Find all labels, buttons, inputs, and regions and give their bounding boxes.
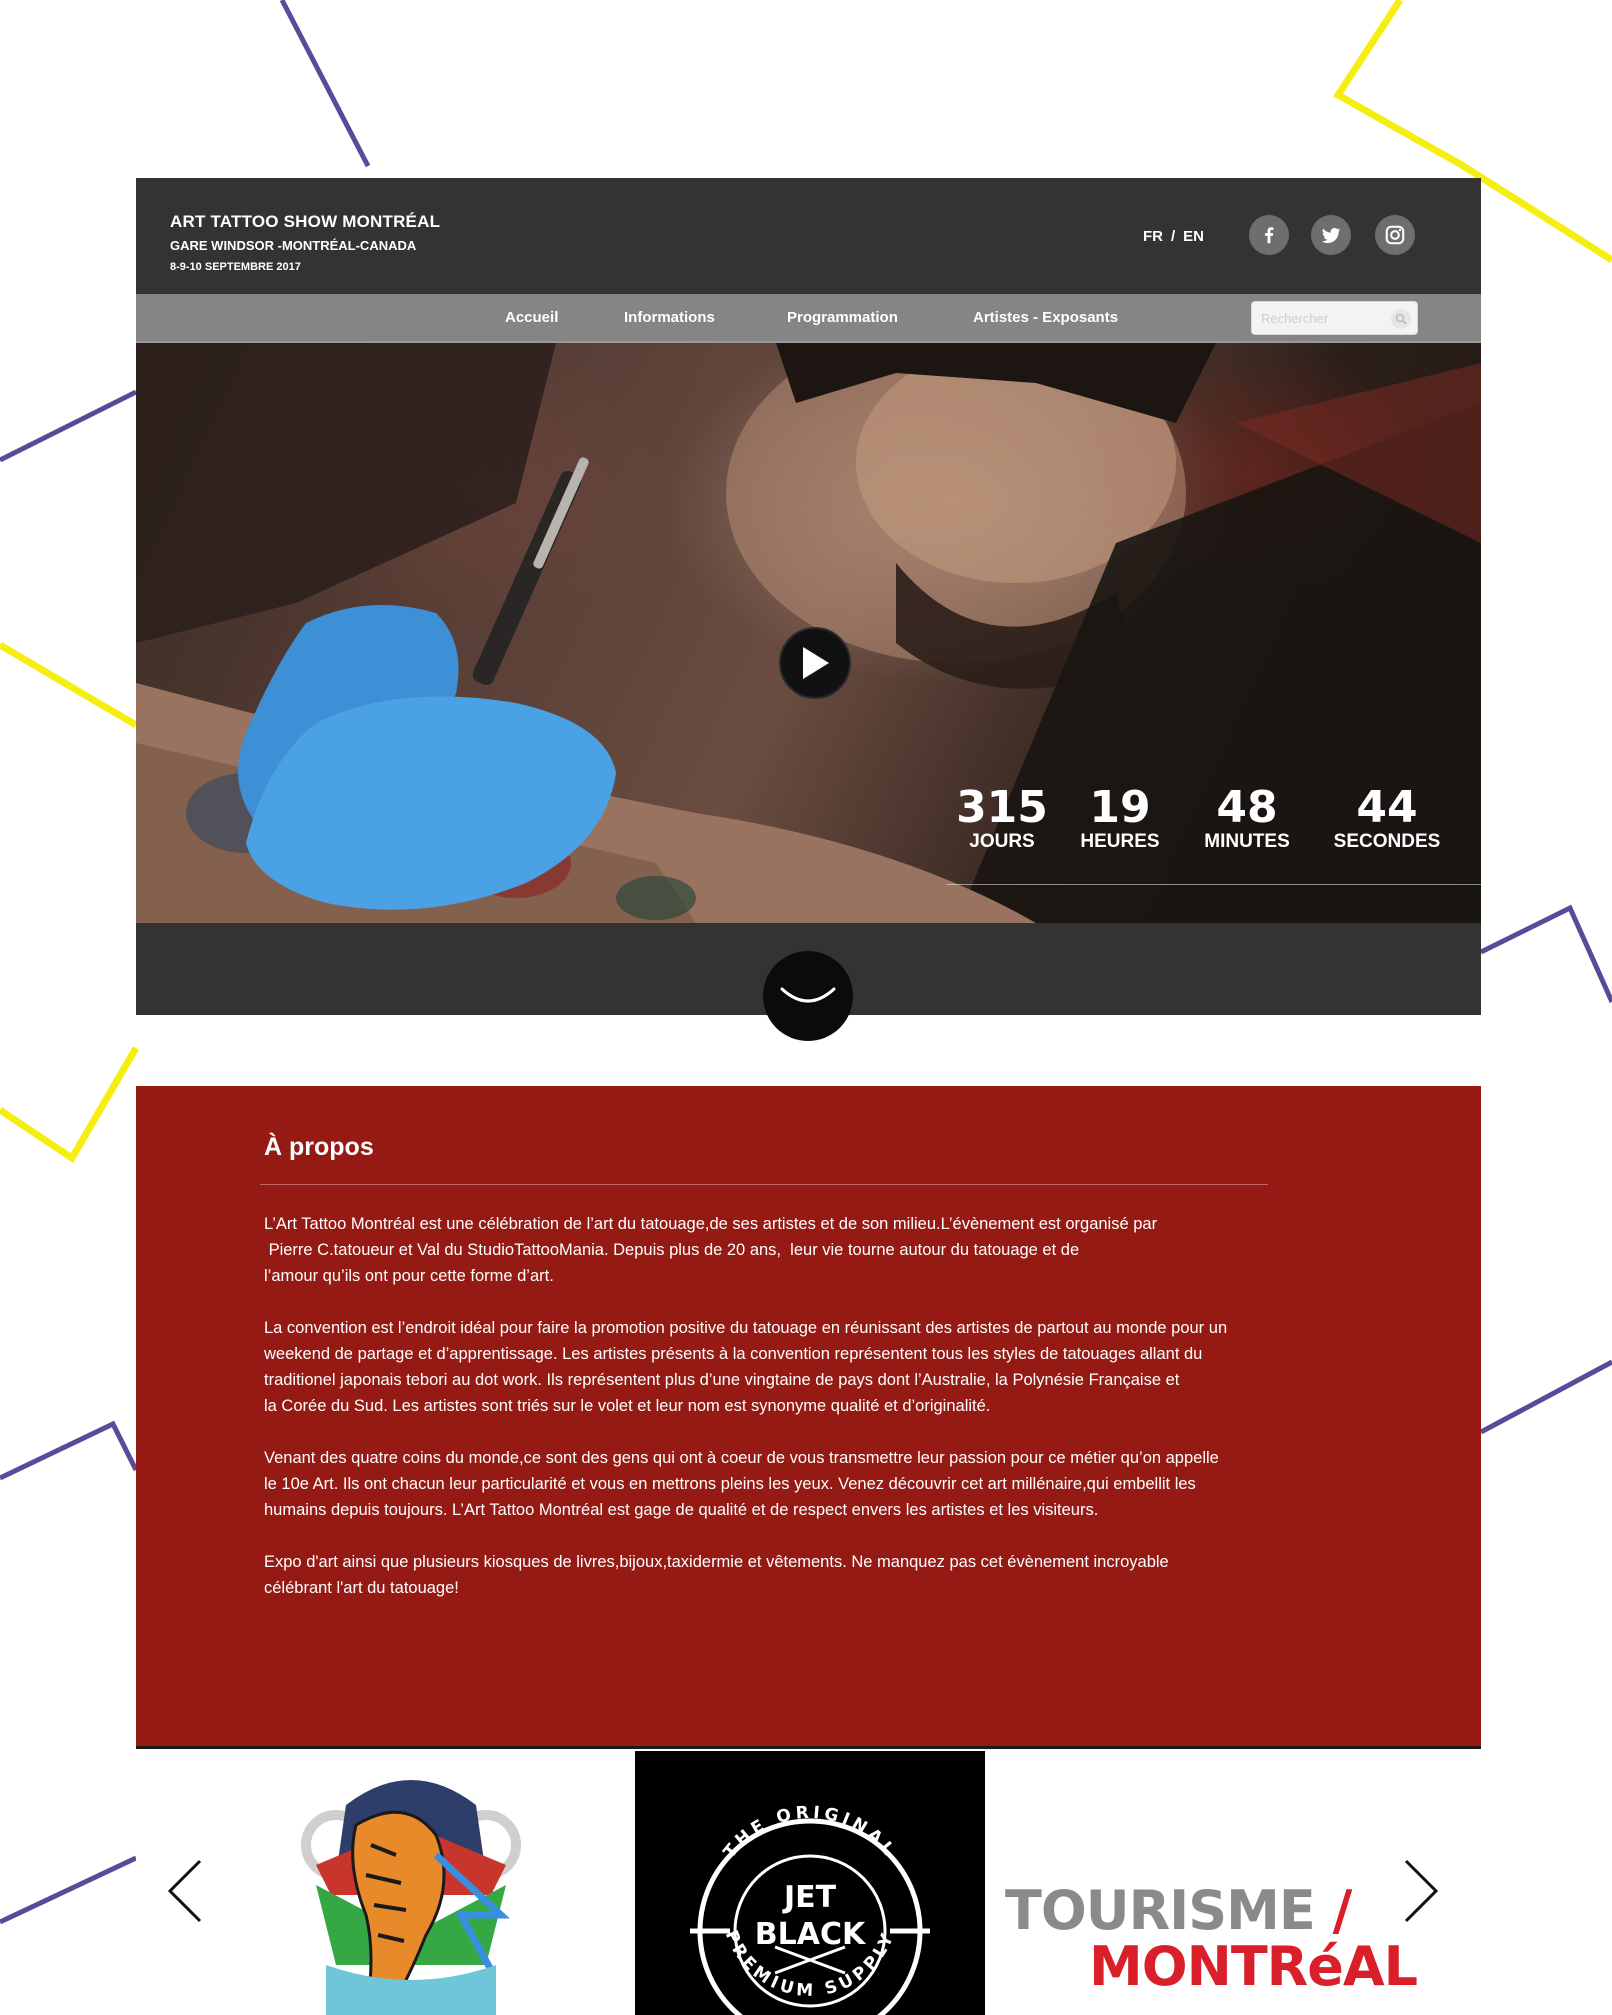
tiger-tattoo-logo[interactable] (286, 1765, 536, 2015)
partners-carousel: THE ORIGINAL PREMIUM SUPPLY JET BLACK TO… (136, 1751, 1481, 2015)
tourisme-montreal-logo[interactable]: TOURISME / MONTRéAL (1005, 1879, 1418, 1998)
lang-en-link[interactable]: EN (1183, 228, 1204, 245)
about-line: Pierre C.tatoueur et Val du StudioTattoo… (264, 1241, 1080, 1259)
site-frame: ART TATTOO SHOW MONTRÉAL GARE WINDSOR -M… (136, 178, 1481, 1041)
event-location: GARE WINDSOR -MONTRÉAL-CANADA (170, 238, 417, 253)
about-paragraph: La convention est l’endroit idéal pour f… (264, 1315, 1294, 1419)
search-icon[interactable] (1391, 309, 1411, 329)
jet-black-arc-top: THE ORIGINAL (720, 1803, 896, 1863)
about-line: humains depuis toujours. L’Art Tattoo Mo… (264, 1501, 1099, 1519)
about-line: L’Art Tattoo Montréal est une célébratio… (264, 1215, 1158, 1233)
search-box (1251, 301, 1418, 335)
event-dates: 8-9-10 SEPTEMBRE 2017 (170, 261, 301, 273)
countdown-seconds-label: SECONDES (1333, 831, 1441, 852)
about-line: l’amour qu’ils ont pour cette forme d’ar… (264, 1267, 554, 1285)
about-paragraph: Venant des quatre coins du monde,ce sont… (264, 1445, 1294, 1523)
countdown-minutes: 48 MINUTES (1187, 785, 1307, 853)
about-paragraph: Expo d'art ainsi que plusieurs kiosques … (264, 1549, 1294, 1601)
chevron-right-icon[interactable] (1400, 1859, 1440, 1923)
about-body: L’Art Tattoo Montréal est une célébratio… (264, 1211, 1294, 1627)
countdown-days-value: 315 (956, 782, 1048, 833)
play-button[interactable] (779, 627, 851, 699)
nav-item-informations[interactable]: Informations (624, 309, 715, 326)
about-line: célébrant l'art du tatouage! (264, 1579, 459, 1597)
about-line: traditionel japonais tebori au dot work.… (264, 1371, 1180, 1389)
montreal-text: MONTRéAL (1089, 1935, 1418, 1998)
countdown-timer: 315 JOURS 19 HEURES 48 MINUTES 44 SECOND… (947, 785, 1481, 885)
countdown-minutes-label: MINUTES (1204, 831, 1290, 852)
jet-black-logo[interactable]: THE ORIGINAL PREMIUM SUPPLY JET BLACK (635, 1751, 985, 2015)
facebook-icon[interactable] (1249, 215, 1289, 255)
about-paragraph: L’Art Tattoo Montréal est une célébratio… (264, 1211, 1294, 1289)
countdown-hours-label: HEURES (1080, 831, 1160, 852)
tourisme-line1: TOURISME (1005, 1879, 1316, 1942)
site-title[interactable]: ART TATTOO SHOW MONTRÉAL (170, 212, 440, 232)
top-header: ART TATTOO SHOW MONTRÉAL GARE WINDSOR -M… (136, 178, 1481, 294)
about-line: La convention est l’endroit idéal pour f… (264, 1319, 1228, 1337)
nav-item-artistes-exposants[interactable]: Artistes - Exposants (973, 309, 1118, 326)
chevron-down-icon (780, 987, 836, 1003)
jet-black-line2: BLACK (755, 1917, 867, 1952)
countdown-hours-value: 19 (1089, 782, 1151, 833)
about-line: Expo d'art ainsi que plusieurs kiosques … (264, 1553, 1169, 1571)
tourisme-slash: / (1332, 1879, 1353, 1942)
hero-video[interactable]: 315 JOURS 19 HEURES 48 MINUTES 44 SECOND… (136, 343, 1481, 923)
about-line: le 10e Art. Ils ont chacun leur particul… (264, 1475, 1196, 1493)
main-nav: Accueil Informations Programmation Artis… (136, 294, 1481, 343)
lang-fr-link[interactable]: FR (1143, 228, 1163, 245)
nav-item-accueil[interactable]: Accueil (505, 309, 558, 326)
language-switcher: FR / EN (1143, 228, 1204, 245)
about-title: À propos (264, 1133, 374, 1161)
chevron-left-icon[interactable] (166, 1859, 206, 1923)
countdown-days-label: JOURS (969, 831, 1035, 852)
countdown-hours: 19 HEURES (1065, 785, 1175, 853)
search-input[interactable] (1252, 302, 1382, 334)
about-line: Venant des quatre coins du monde,ce sont… (264, 1449, 1219, 1467)
hero-footer-bar (136, 923, 1481, 1041)
about-section: À propos L’Art Tattoo Montréal est une c… (136, 1086, 1481, 1749)
about-divider (260, 1184, 1268, 1185)
twitter-icon[interactable] (1311, 215, 1351, 255)
brand-block: ART TATTOO SHOW MONTRÉAL GARE WINDSOR -M… (170, 212, 440, 273)
play-icon (803, 647, 829, 679)
svg-text:THE ORIGINAL: THE ORIGINAL (720, 1803, 900, 1863)
tourisme-text: TOURISME / (1005, 1879, 1353, 1942)
countdown-minutes-value: 48 (1216, 782, 1278, 833)
countdown-seconds: 44 SECONDES (1322, 785, 1452, 853)
jet-black-emblem: THE ORIGINAL PREMIUM SUPPLY JET BLACK (690, 1803, 930, 2015)
lang-separator: / (1171, 228, 1176, 245)
jet-black-line1: JET (782, 1880, 837, 1915)
about-line: weekend de partage et d’apprentissage. L… (264, 1345, 1203, 1363)
instagram-icon[interactable] (1375, 215, 1415, 255)
scroll-down-button[interactable] (763, 951, 853, 1041)
nav-item-programmation[interactable]: Programmation (787, 309, 898, 326)
countdown-days: 315 JOURS (947, 785, 1057, 853)
countdown-seconds-value: 44 (1356, 782, 1418, 833)
about-line: la Corée du Sud. Les artistes sont triés… (264, 1397, 991, 1415)
